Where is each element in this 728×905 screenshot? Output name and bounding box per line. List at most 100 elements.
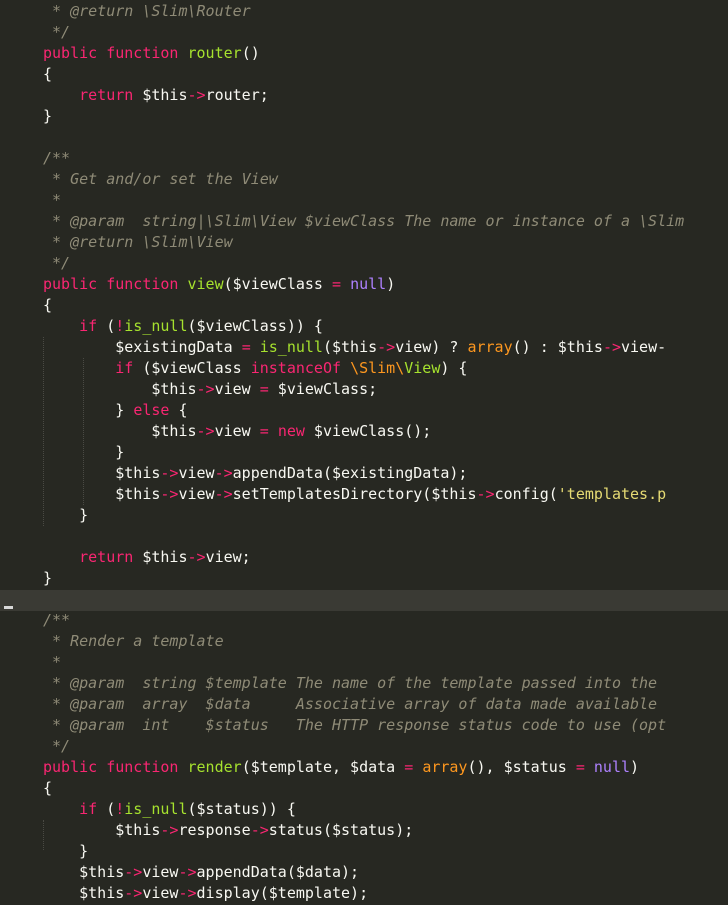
code-token: { xyxy=(169,401,188,419)
code-token: */ xyxy=(43,23,71,41)
code-token: ! xyxy=(115,317,125,335)
code-line: public function view($viewClass = null) xyxy=(43,274,684,295)
code-token: ) xyxy=(630,758,640,776)
code-token: -> xyxy=(160,464,179,482)
code-token: -> xyxy=(377,338,396,356)
code-token: ($viewClass xyxy=(133,359,251,377)
code-line: return $this->view; xyxy=(43,547,684,568)
code-token: ) xyxy=(386,275,396,293)
code-token: $this xyxy=(43,485,161,503)
code-token: -> xyxy=(160,485,179,503)
code-token: -> xyxy=(178,863,197,881)
code-token: view xyxy=(178,485,215,503)
code-token: = xyxy=(332,275,342,293)
code-token: } xyxy=(43,401,134,419)
code-token: view) ? xyxy=(395,338,468,356)
code-token: public xyxy=(43,275,98,293)
code-token: } xyxy=(43,506,89,524)
code-token: /** xyxy=(43,611,71,629)
code-token: config( xyxy=(494,485,558,503)
code-text[interactable]: * @return \Slim\Router */ public function… xyxy=(43,1,684,904)
code-token: $this xyxy=(133,548,188,566)
code-token: $this xyxy=(43,422,197,440)
code-token: } xyxy=(43,842,89,860)
code-token: */ xyxy=(43,254,71,272)
code-line: $this->view->display($template); xyxy=(43,883,684,904)
code-token: * xyxy=(43,191,62,209)
code-token: appendData($data); xyxy=(196,863,360,881)
code-line: { xyxy=(43,64,684,85)
code-token: () : $this xyxy=(512,338,603,356)
code-line: $this->view = $viewClass; xyxy=(43,379,684,400)
code-token: if xyxy=(115,359,134,377)
code-token: return xyxy=(79,86,134,104)
code-token: -> xyxy=(124,884,143,902)
code-token: view xyxy=(187,275,224,293)
code-token: -> xyxy=(602,338,621,356)
code-token: } xyxy=(43,569,53,587)
code-token: } xyxy=(43,107,53,125)
cursor-position-marker xyxy=(4,606,13,609)
code-line: $this->response->status($status); xyxy=(43,820,684,841)
code-token: -> xyxy=(187,86,206,104)
code-token: ( xyxy=(97,800,116,818)
code-token: * @param int $status The HTTP response s… xyxy=(43,716,667,734)
code-token: view xyxy=(142,884,179,902)
code-token: if xyxy=(79,800,98,818)
code-token: = xyxy=(404,758,414,776)
code-editor[interactable]: * @return \Slim\Router */ public function… xyxy=(0,0,728,905)
code-token: $this xyxy=(43,821,161,839)
code-token: * @param string $template The name of th… xyxy=(43,674,658,692)
code-token: view- xyxy=(621,338,667,356)
code-token: view xyxy=(142,863,179,881)
code-token: $existingData xyxy=(43,338,242,356)
code-token: * Render a template xyxy=(43,632,224,650)
code-token: view xyxy=(214,422,260,440)
code-token: array xyxy=(467,338,513,356)
code-token: -> xyxy=(178,884,197,902)
code-token: -> xyxy=(214,485,233,503)
code-token: view; xyxy=(205,548,251,566)
code-token: router xyxy=(187,44,242,62)
code-line: $this->view->appendData($data); xyxy=(43,862,684,883)
code-line: */ xyxy=(43,736,684,757)
code-token: * @param array $data Associative array o… xyxy=(43,695,658,713)
code-line: * @param string|\Slim\View $viewClass Th… xyxy=(43,211,684,232)
code-token: * @return \Slim\Router xyxy=(43,2,251,20)
code-line: /** xyxy=(43,148,684,169)
code-token: { xyxy=(43,296,53,314)
code-token: $viewClass; xyxy=(268,380,378,398)
code-line: * @param array $data Associative array o… xyxy=(43,694,684,715)
code-token: -> xyxy=(187,548,206,566)
code-line: { xyxy=(43,295,684,316)
code-token: public xyxy=(43,758,98,776)
code-line: $this->view->setTemplatesDirectory($this… xyxy=(43,484,684,505)
code-token: = xyxy=(259,380,269,398)
code-token: (), $status xyxy=(467,758,576,776)
code-line: * @return \Slim\Router xyxy=(43,1,684,22)
code-token: is_null xyxy=(124,317,188,335)
code-line: * @param int $status The HTTP response s… xyxy=(43,715,684,736)
code-token: */ xyxy=(43,737,71,755)
code-token: * Get and/or set the View xyxy=(43,170,278,188)
code-token: $viewClass(); xyxy=(304,422,432,440)
code-token: is_null xyxy=(124,800,188,818)
code-token: $this xyxy=(43,863,125,881)
code-token: null xyxy=(593,758,631,776)
code-line: $existingData = is_null($this->view) ? a… xyxy=(43,337,684,358)
code-token: view xyxy=(178,464,215,482)
code-line: } else { xyxy=(43,400,684,421)
code-token: /** xyxy=(43,149,71,167)
code-token: } xyxy=(43,443,125,461)
code-line: } xyxy=(43,505,684,526)
